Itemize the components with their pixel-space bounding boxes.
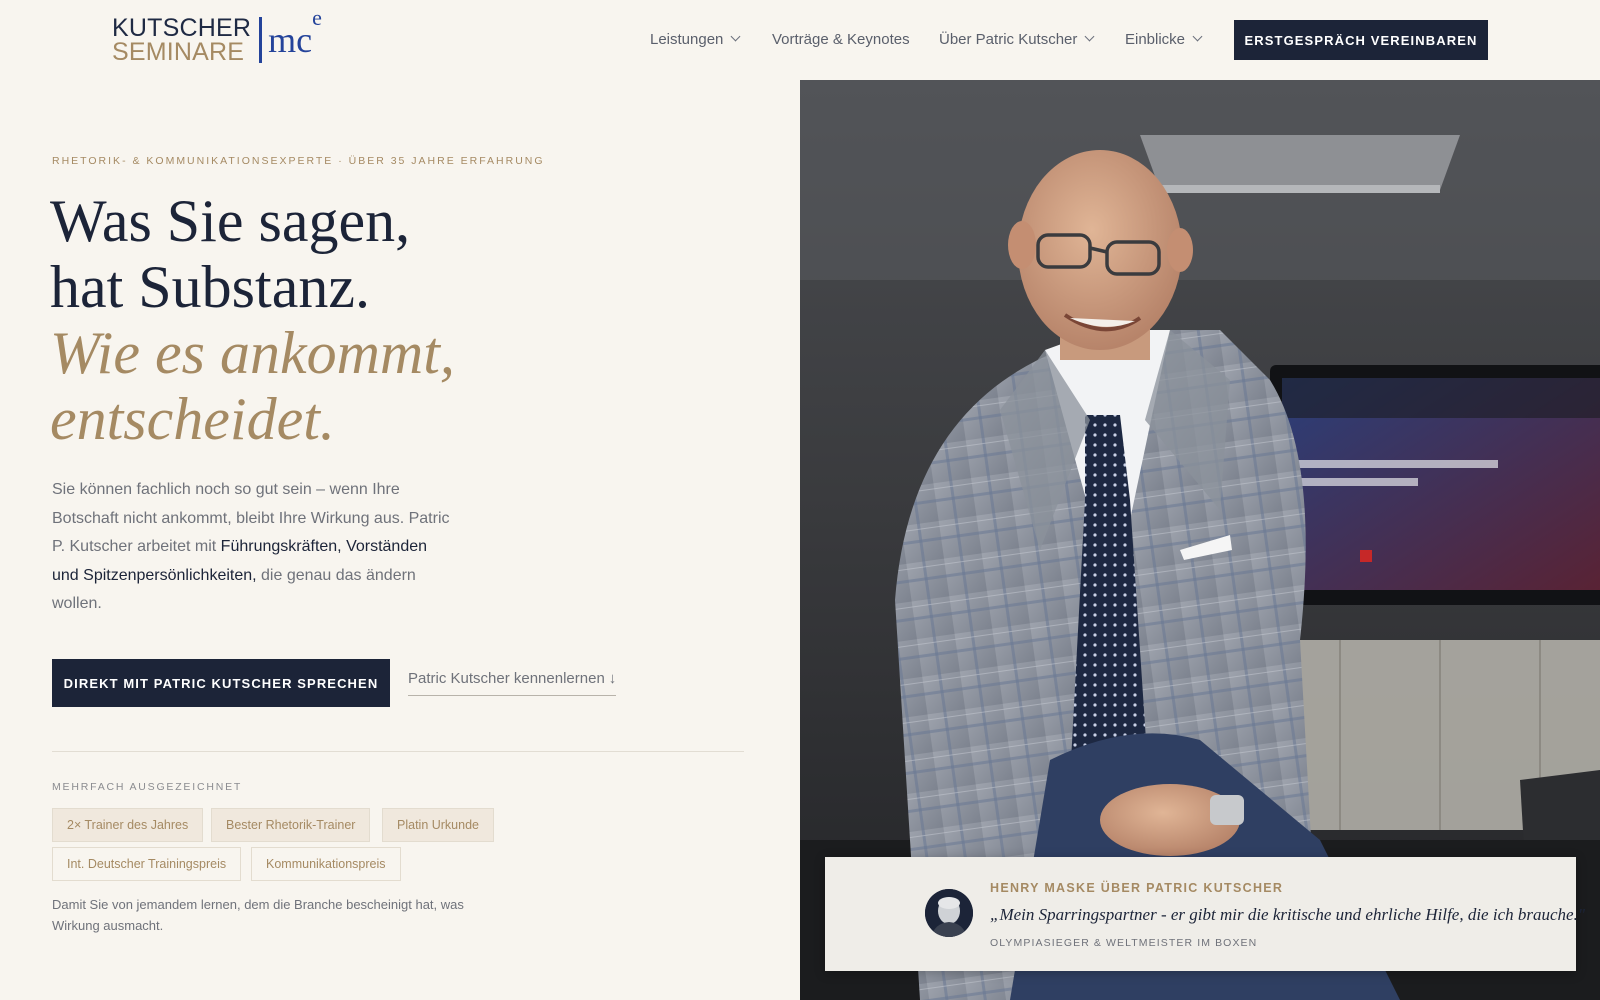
- nav-item-label: Einblicke: [1125, 31, 1186, 48]
- avatar-portrait: [925, 889, 973, 937]
- kennenlernen-link[interactable]: Patric Kutscher kennenlernen ↓: [408, 670, 617, 696]
- henry-maske-avatar: [925, 889, 973, 937]
- nav-item-einblicke[interactable]: Einblicke: [1125, 31, 1203, 48]
- direkt-sprechen-button[interactable]: DIREKT MIT PATRIC KUTSCHER SPRECHEN: [52, 659, 390, 707]
- erstgespraech-button[interactable]: ERSTGESPRÄCH VEREINBAREN: [1234, 20, 1488, 60]
- testimonial-role: OLYMPIASIEGER & WELTMEISTER IM BOXEN: [990, 937, 1258, 949]
- logo-line-seminare: SEMINARE: [112, 37, 245, 66]
- hero-eyebrow: RHETORIK- & KOMMUNIKATIONSEXPERTE · ÜBER…: [52, 155, 545, 167]
- nav-item-vortraege[interactable]: Vorträge & Keynotes: [772, 31, 910, 48]
- hero-headline: Was Sie sagen, hat Substanz. Wie es anko…: [50, 188, 750, 452]
- mce-mark-text: mc: [268, 19, 313, 60]
- chevron-down-icon: [1192, 31, 1203, 42]
- logo-divider: [259, 17, 263, 63]
- arrow-down-icon: ↓: [608, 670, 617, 687]
- logo-line-kutscher: KUTSCHER: [112, 13, 252, 42]
- nav-item-label: Leistungen: [650, 31, 724, 48]
- logo-wordmark: KUTSCHER SEMINARE: [112, 13, 252, 66]
- kutscher-seminare-logo[interactable]: KUTSCHER SEMINARE mce: [112, 6, 322, 66]
- nav-item-label: Über Patric Kutscher: [939, 31, 1078, 48]
- chevron-down-icon: [730, 31, 741, 42]
- testimonial-quote: „Mein Sparringspartner - er gibt mir die…: [990, 905, 1585, 924]
- nav-item-ueber[interactable]: Über Patric Kutscher: [939, 31, 1095, 48]
- testimonial-source: HENRY MASKE ÜBER PATRIC KUTSCHER: [990, 881, 1284, 895]
- headline-line-1: Was Sie sagen,: [50, 188, 411, 254]
- nav-item-leistungen[interactable]: Leistungen: [650, 31, 741, 48]
- award-badge: Int. Deutscher Trainingspreis: [52, 847, 242, 881]
- kennenlernen-link-label: Patric Kutscher kennenlernen: [408, 670, 605, 687]
- award-badge: Platin Urkunde: [382, 808, 494, 842]
- awards-label: MEHRFACH AUSGEZEICHNET: [52, 781, 243, 793]
- section-divider: [52, 751, 744, 752]
- hero-lead-text: Sie können fachlich noch so gut sein – w…: [52, 476, 452, 619]
- headline-line-4: entscheidet.: [50, 386, 335, 452]
- headline-line-3: Wie es ankommt,: [50, 320, 455, 386]
- awards-note: Damit Sie von jemandem lernen, dem die B…: [52, 897, 464, 933]
- headline-line-2: hat Substanz.: [50, 254, 370, 320]
- chevron-down-icon: [1084, 31, 1095, 42]
- site-header: KUTSCHER SEMINARE mce Leistungen Vorträg…: [0, 0, 1600, 80]
- award-badge: 2× Trainer des Jahres: [52, 808, 204, 842]
- mce-mark-superscript: e: [312, 4, 322, 30]
- mce-logo-mark: mce: [268, 6, 322, 60]
- award-badge: Kommunikationspreis: [251, 847, 401, 881]
- nav-item-label: Vorträge & Keynotes: [772, 31, 910, 48]
- testimonial-card: HENRY MASKE ÜBER PATRIC KUTSCHER „Mein S…: [825, 857, 1585, 971]
- award-badge: Bester Rhetorik-Trainer: [211, 808, 371, 842]
